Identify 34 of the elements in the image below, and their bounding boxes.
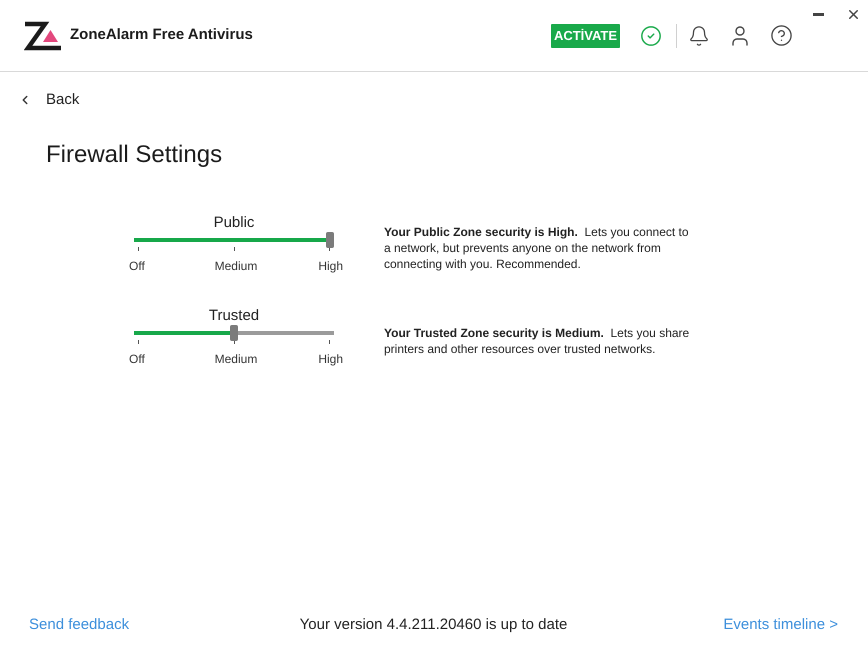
slider-track[interactable] [134,325,334,341]
zone-description: Your Public Zone security is High. Lets you connect to a network, but prevents anyone on the network from connecting with you. Recommended. [384,224,690,272]
send-feedback-link[interactable]: Send feedback [29,614,130,636]
version-status: Your version 4.4.211.20460 is up to date [300,614,568,635]
help-button[interactable] [770,24,793,47]
events-timeline-link[interactable]: Events timeline > [723,614,838,636]
bell-icon [688,24,710,46]
slider-label: Public [214,214,254,232]
check-circle-icon[interactable] [640,24,662,46]
scale-label: Medium [214,352,258,366]
tick-mark [138,247,139,251]
slider-thumb[interactable] [230,325,238,341]
tick-mark [138,340,139,344]
scale-label: Medium [214,259,258,273]
tick-mark [329,340,330,344]
close-button[interactable] [846,7,861,22]
scale-label: High [317,352,343,366]
slider-track[interactable] [134,232,334,248]
page-title: Firewall Settings [46,141,222,169]
help-icon [770,24,793,47]
app-title: ZoneAlarm Free Antivirus [70,25,253,46]
scale-label: High [317,259,343,273]
close-icon [846,7,861,22]
zone-description: Your Trusted Zone security is Medium. Lets you share printers and other resources over trusted networks. [384,324,690,356]
notifications-button[interactable] [688,24,710,46]
slider-thumb[interactable] [326,232,334,248]
back-button[interactable]: Back [18,91,80,109]
scale-label: Off [129,352,146,366]
logo-icon [24,20,61,50]
tick-mark [329,247,330,251]
minimize-icon [813,13,824,16]
slider-label: Trusted [208,307,260,325]
scale-label: Off [129,259,146,273]
activate-button[interactable]: ACTİVATE [551,24,620,48]
